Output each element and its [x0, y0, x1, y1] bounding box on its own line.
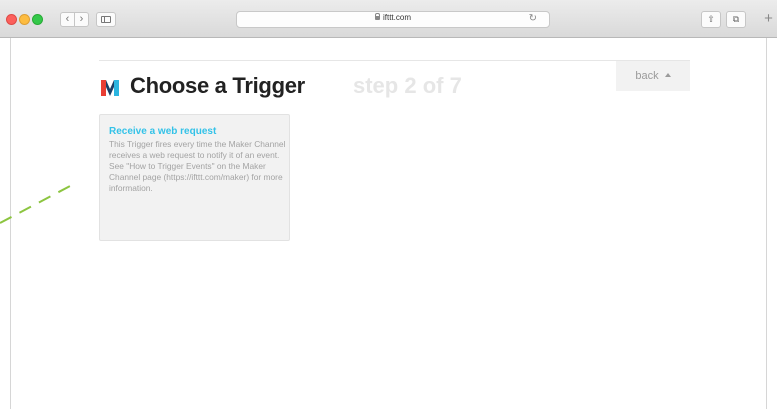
reload-icon[interactable]: ↻ — [529, 13, 537, 24]
browser-toolbar: ‹ › ifttt.com ↻ ⇧ ⧉ + — [0, 0, 777, 38]
back-glyph: ‹ — [65, 13, 70, 25]
maker-channel-logo-icon — [101, 80, 119, 96]
address-bar[interactable]: ifttt.com ↻ — [236, 11, 550, 28]
lock-icon — [374, 13, 380, 20]
page-frame-right — [766, 38, 767, 409]
share-icon[interactable]: ⇧ — [701, 11, 721, 28]
sidebar-icon[interactable] — [96, 12, 116, 27]
header-divider — [99, 60, 690, 61]
back-button[interactable]: back — [616, 61, 690, 91]
tabs-glyph: ⧉ — [732, 14, 740, 24]
close-window-button[interactable] — [6, 14, 17, 25]
dashed-connector-line — [0, 184, 73, 224]
step-indicator: step 2 of 7 — [353, 73, 462, 98]
sidebar-glyph — [101, 16, 111, 23]
logo-middle-stroke — [106, 80, 114, 96]
new-tab-icon[interactable]: + — [760, 10, 777, 34]
back-icon[interactable]: ‹ — [60, 12, 75, 27]
url-display: ifttt.com — [237, 13, 549, 22]
browser-window: ‹ › ifttt.com ↻ ⇧ ⧉ + Choose a Trigger s… — [0, 0, 777, 409]
url-text: ifttt.com — [382, 13, 411, 22]
back-button-label: back — [635, 70, 659, 82]
logo-right-stroke — [114, 80, 119, 96]
trigger-card-receive-web-request[interactable]: Receive a web request This Trigger fires… — [99, 114, 290, 241]
forward-glyph: › — [79, 13, 84, 25]
share-glyph: ⇧ — [707, 14, 715, 24]
trigger-title[interactable]: Receive a web request — [109, 126, 216, 137]
zoom-window-button[interactable] — [32, 14, 43, 25]
logo-left-stroke — [101, 80, 106, 96]
minimize-window-button[interactable] — [19, 14, 30, 25]
tabs-icon[interactable]: ⧉ — [726, 11, 746, 28]
dashed-line — [0, 184, 73, 224]
caret-up-icon — [664, 73, 671, 77]
forward-icon[interactable]: › — [74, 12, 89, 27]
trigger-description: This Trigger fires every time the Maker … — [109, 139, 286, 193]
page-title: Choose a Trigger — [130, 73, 305, 98]
